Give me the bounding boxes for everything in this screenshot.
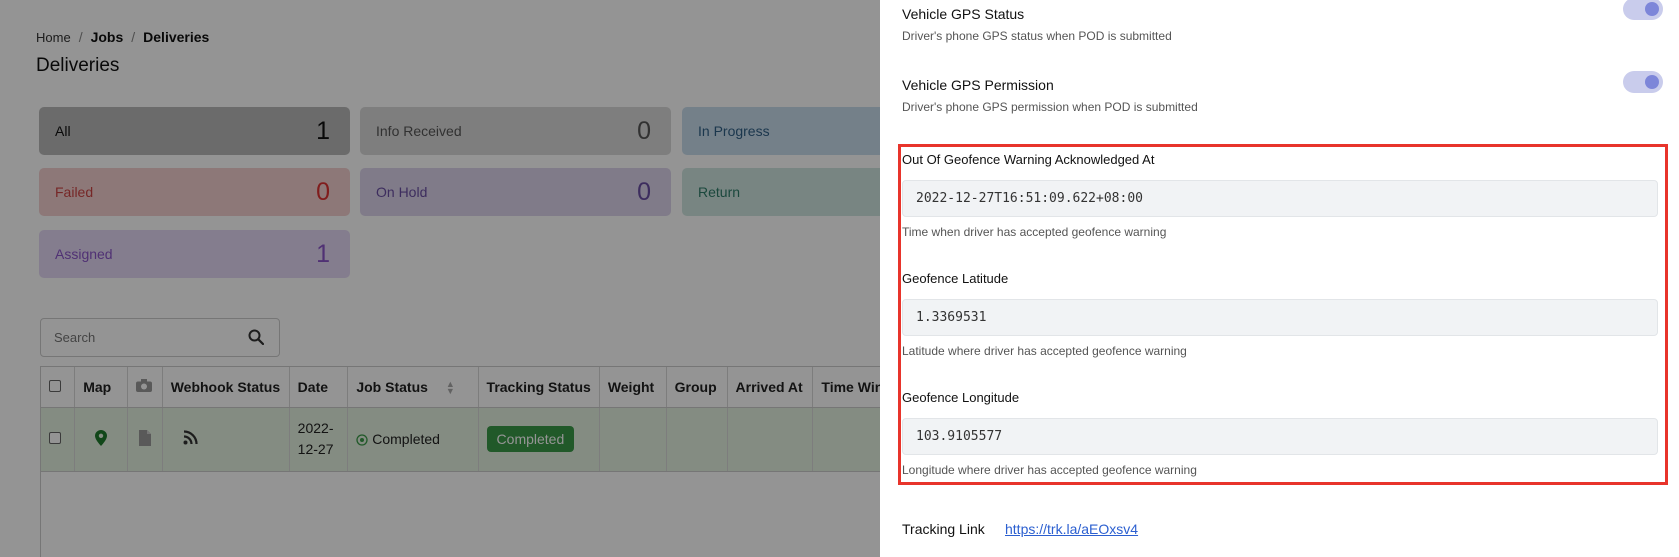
geofence-latitude-field[interactable]: 1.3369531 <box>902 299 1658 336</box>
job-detail-drawer: Vehicle GPS Status Driver's phone GPS st… <box>880 0 1679 557</box>
geofence-latitude-label: Geofence Latitude <box>902 271 1009 286</box>
gps-permission-description: Driver's phone GPS permission when POD i… <box>902 100 1198 114</box>
toggle-knob <box>1645 75 1659 89</box>
geofence-warning-ack-field[interactable]: 2022-12-27T16:51:09.622+08:00 <box>902 180 1658 217</box>
geofence-latitude-hint: Latitude where driver has accepted geofe… <box>902 344 1187 358</box>
tracking-link[interactable]: https://trk.la/aEOxsv4 <box>1005 521 1138 537</box>
geofence-longitude-label: Geofence Longitude <box>902 390 1020 405</box>
tracking-link-label: Tracking Link <box>902 521 985 537</box>
toggle-knob <box>1645 2 1659 16</box>
geofence-longitude-field[interactable]: 103.9105577 <box>902 418 1658 455</box>
gps-permission-title: Vehicle GPS Permission <box>902 77 1054 93</box>
gps-status-title: Vehicle GPS Status <box>902 6 1025 22</box>
geofence-warning-ack-label: Out Of Geofence Warning Acknowledged At <box>902 152 1155 167</box>
geofence-warning-ack-hint: Time when driver has accepted geofence w… <box>902 225 1167 239</box>
modal-backdrop[interactable] <box>0 0 880 557</box>
gps-status-description: Driver's phone GPS status when POD is su… <box>902 29 1172 43</box>
geofence-longitude-hint: Longitude where driver has accepted geof… <box>902 463 1197 477</box>
gps-permission-toggle[interactable] <box>1623 71 1663 93</box>
gps-status-toggle[interactable] <box>1623 0 1663 20</box>
